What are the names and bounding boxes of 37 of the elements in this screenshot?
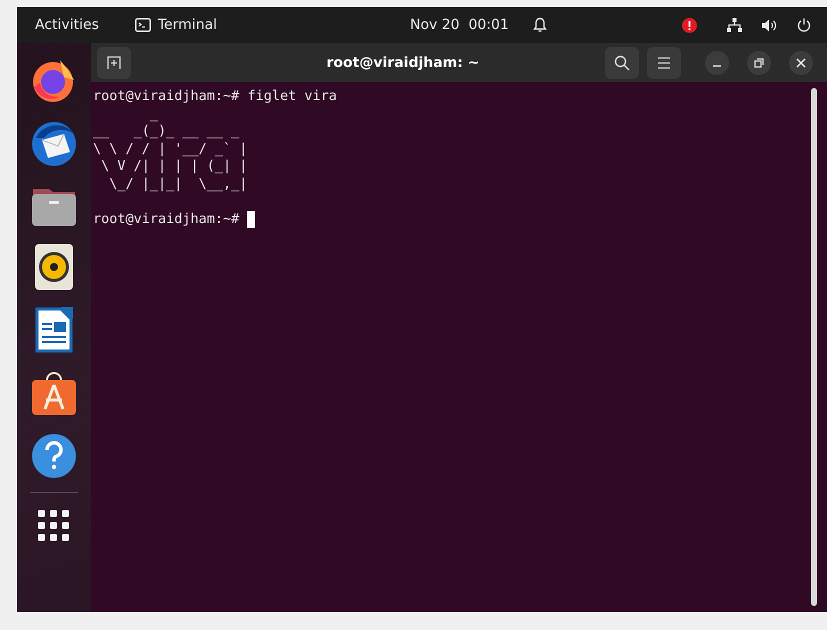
- ascii-art-line: _: [148, 106, 160, 122]
- restore-icon: [754, 58, 764, 68]
- minimize-icon: [713, 64, 721, 66]
- ascii-art-line: __ _(_)_ __ __ _: [93, 123, 240, 139]
- document-icon[interactable]: [35, 307, 73, 353]
- volume-icon[interactable]: [762, 18, 777, 32]
- new-tab-icon: [107, 56, 121, 70]
- app-grid-icon[interactable]: [38, 510, 70, 542]
- window-title: root@viraidjham: ~: [326, 54, 480, 70]
- help-icon[interactable]: [31, 433, 77, 479]
- bell-icon[interactable]: [532, 17, 547, 33]
- ascii-art-line: \_/ |_|_| \__,_|: [108, 176, 248, 192]
- network-icon[interactable]: [727, 18, 742, 32]
- shell-prompt: root@viraidjham:~#: [93, 88, 240, 104]
- shopping-bag-icon[interactable]: [31, 370, 77, 416]
- new-tab-button[interactable]: [97, 46, 131, 78]
- close-icon: [796, 58, 806, 68]
- mail-icon[interactable]: [30, 120, 78, 168]
- clock[interactable]: Nov 20 00:01: [410, 17, 509, 33]
- minimize-button[interactable]: [705, 50, 729, 74]
- power-icon[interactable]: [797, 18, 811, 32]
- search-icon: [614, 54, 630, 70]
- restore-button[interactable]: [747, 50, 771, 74]
- ascii-art-line: \ \ / / | '__/ _` |: [93, 140, 248, 156]
- search-button[interactable]: [605, 46, 639, 78]
- command-text: figlet vira: [247, 88, 337, 104]
- menu-button[interactable]: [647, 46, 681, 78]
- ascii-art-line: \ V /| | | | (_| |: [100, 158, 248, 174]
- activities-button[interactable]: Activities: [35, 15, 99, 35]
- terminal-icon: [134, 18, 151, 32]
- app-menu-label[interactable]: Terminal: [158, 17, 218, 33]
- menu-icon: [657, 56, 671, 68]
- warning-icon[interactable]: [682, 18, 697, 32]
- shell-prompt: root@viraidjham:~#: [93, 210, 240, 226]
- scrollbar[interactable]: [811, 88, 817, 606]
- close-button[interactable]: [789, 50, 813, 74]
- speaker-icon[interactable]: [35, 244, 73, 290]
